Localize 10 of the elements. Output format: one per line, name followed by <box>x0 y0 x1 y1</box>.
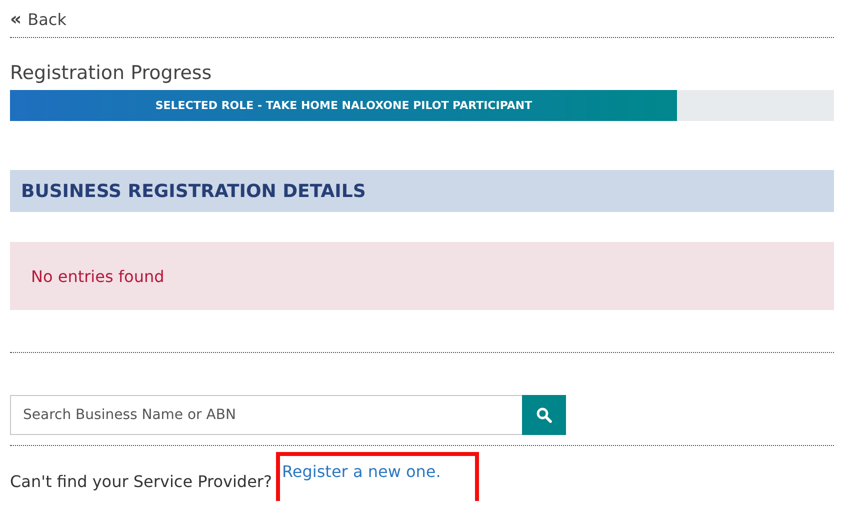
register-link[interactable]: Register a new one. <box>282 462 441 481</box>
question-text: Can't find your Service Provider? <box>10 472 272 491</box>
alert-message: No entries found <box>31 266 164 286</box>
back-link[interactable]: « Back <box>10 10 66 29</box>
section-title: BUSINESS REGISTRATION DETAILS <box>21 180 366 202</box>
progress-title: Registration Progress <box>10 62 213 84</box>
progress-bar: SELECTED ROLE - TAKE HOME NALOXONE PILOT PARTICIPANT <box>10 90 678 121</box>
search-button[interactable] <box>522 395 566 435</box>
search-icon <box>536 407 552 423</box>
search-field[interactable]: Search Business Name or ABN <box>10 395 522 435</box>
